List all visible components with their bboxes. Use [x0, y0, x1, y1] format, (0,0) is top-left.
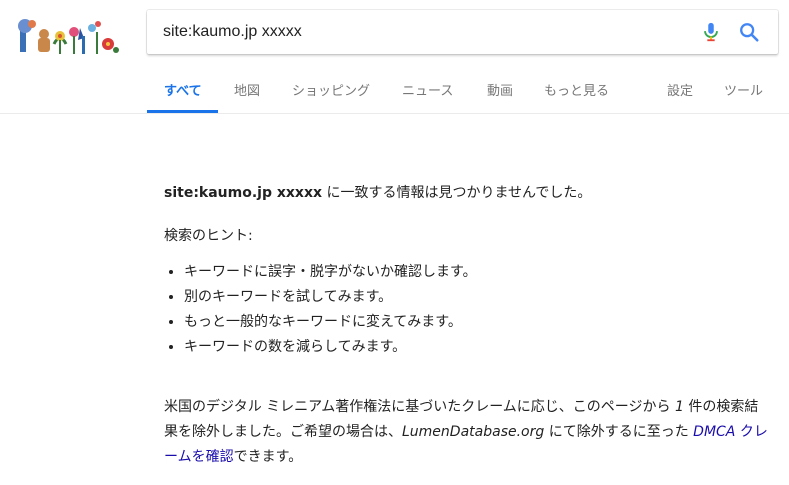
dmca-link-text[interactable]: DMCA	[693, 424, 735, 440]
tab-tools[interactable]: ツール	[724, 80, 763, 99]
hints-list: キーワードに誤字・脱字がないか確認します。 別のキーワードを試してみます。 もっ…	[164, 260, 477, 360]
tab-shopping[interactable]: ショッピング	[292, 80, 370, 99]
dmca-count: 1	[674, 399, 684, 415]
google-doodle-logo[interactable]	[16, 14, 128, 58]
dmca-text-1: 米国のデジタル ミレニアム著作権法に基づいたクレームに応じ、このページから	[164, 399, 675, 415]
active-tab-indicator	[147, 110, 218, 113]
dmca-text-4: できます。	[233, 449, 303, 465]
tab-maps[interactable]: 地図	[234, 80, 260, 99]
mic-icon[interactable]	[700, 21, 722, 43]
search-icon[interactable]	[738, 21, 760, 43]
lumen-database-text: LumenDatabase.org	[402, 424, 545, 440]
dmca-text-3: にて除外するに至った	[544, 424, 694, 440]
tab-all[interactable]: すべて	[164, 80, 202, 99]
tab-videos[interactable]: 動画	[487, 80, 513, 99]
list-item: キーワードに誤字・脱字がないか確認します。	[184, 260, 477, 285]
no-results-message: site:kaumo.jp xxxxx に一致する情報は見つかりませんでした。	[164, 182, 591, 202]
tab-news[interactable]: ニュース	[402, 80, 453, 99]
header: すべて 地図 ショッピング ニュース 動画 もっと見る 設定 ツール	[0, 0, 789, 114]
tab-settings[interactable]: 設定	[667, 80, 693, 99]
search-input[interactable]	[163, 21, 683, 43]
list-item: キーワードの数を減らしてみます。	[184, 335, 477, 360]
list-item: 別のキーワードを試してみます。	[184, 285, 477, 310]
tab-more[interactable]: もっと見る	[544, 80, 609, 99]
dmca-notice: 米国のデジタル ミレニアム著作権法に基づいたクレームに応じ、このページから 1 …	[164, 395, 769, 470]
search-box[interactable]	[147, 10, 778, 54]
list-item: もっと一般的なキーワードに変えてみます。	[184, 310, 477, 335]
no-results-text: に一致する情報は見つかりませんでした。	[322, 185, 592, 201]
query-bold: site:kaumo.jp xxxxx	[164, 185, 323, 201]
hints-title: 検索のヒント:	[164, 228, 253, 244]
